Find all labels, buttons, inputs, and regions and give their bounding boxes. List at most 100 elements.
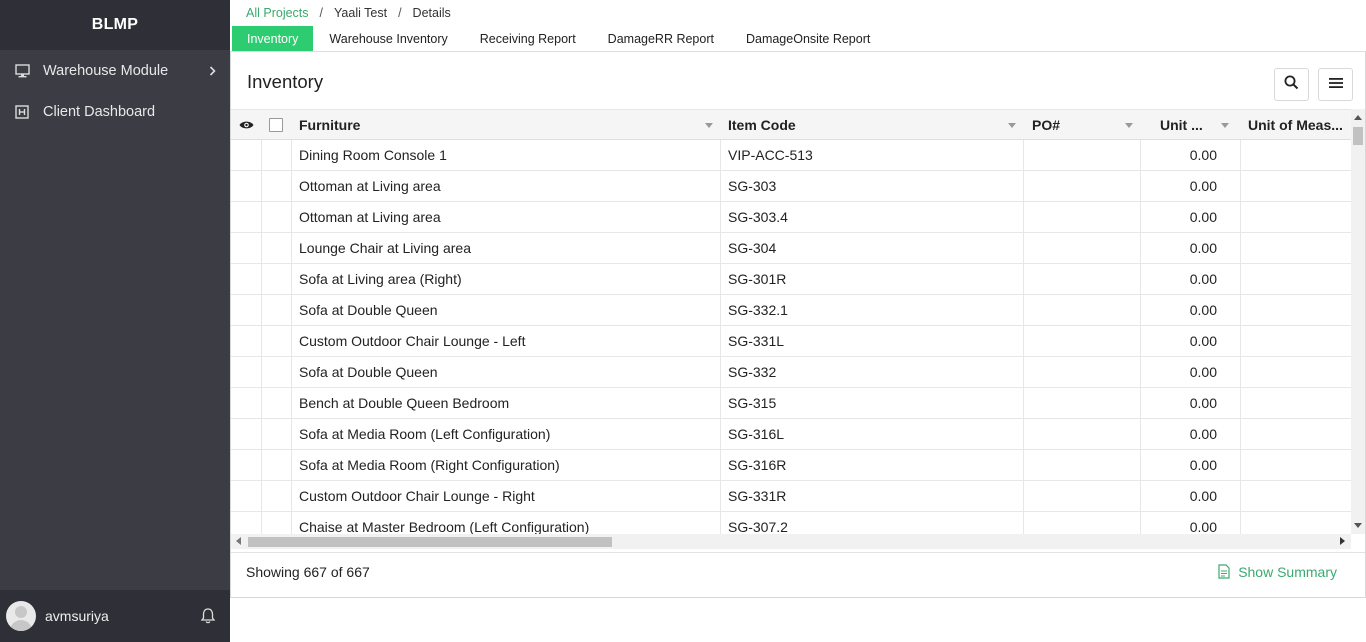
column-header-furniture[interactable]: Furniture bbox=[299, 110, 360, 140]
scroll-right-icon[interactable] bbox=[1340, 537, 1345, 545]
column-divider bbox=[291, 233, 292, 264]
column-menu-icon[interactable] bbox=[1125, 123, 1133, 128]
cell-furniture: Lounge Chair at Living area bbox=[299, 240, 472, 256]
column-divider bbox=[291, 171, 292, 202]
tab-inventory[interactable]: Inventory bbox=[232, 26, 314, 51]
column-divider bbox=[261, 295, 262, 326]
scroll-left-icon[interactable] bbox=[236, 537, 241, 545]
scroll-down-icon[interactable] bbox=[1354, 523, 1362, 528]
select-all-checkbox[interactable] bbox=[269, 110, 283, 140]
column-divider bbox=[261, 140, 262, 171]
sidebar-item-warehouse-module[interactable]: Warehouse Module bbox=[0, 50, 230, 92]
cell-item-code: SG-332.1 bbox=[728, 302, 788, 318]
column-divider bbox=[1240, 140, 1241, 171]
cell-item-code: VIP-ACC-513 bbox=[728, 147, 813, 163]
table-row[interactable]: Ottoman at Living area SG-303.4 0.00 bbox=[231, 202, 1351, 233]
column-divider bbox=[720, 171, 721, 202]
hamburger-menu-icon bbox=[1328, 76, 1343, 94]
scroll-up-icon[interactable] bbox=[1354, 115, 1362, 120]
tab-damageonsite-report[interactable]: DamageOnsite Report bbox=[730, 26, 886, 51]
vertical-scrollbar[interactable] bbox=[1351, 109, 1365, 534]
chevron-right-icon bbox=[209, 63, 216, 79]
column-divider bbox=[1240, 202, 1241, 233]
table-row[interactable]: Sofa at Media Room (Right Configuration)… bbox=[231, 450, 1351, 481]
page-title: Inventory bbox=[247, 71, 324, 92]
table-row[interactable]: Lounge Chair at Living area SG-304 0.00 bbox=[231, 233, 1351, 264]
search-icon bbox=[1284, 75, 1299, 95]
table-row[interactable]: Sofa at Media Room (Left Configuration) S… bbox=[231, 419, 1351, 450]
column-divider bbox=[261, 357, 262, 388]
bell-icon[interactable] bbox=[200, 607, 218, 625]
table-row[interactable]: Ottoman at Living area SG-303 0.00 bbox=[231, 171, 1351, 202]
table-row[interactable]: Custom Outdoor Chair Lounge - Left SG-331… bbox=[231, 326, 1351, 357]
avatar[interactable] bbox=[6, 601, 36, 631]
table-row[interactable]: Chaise at Master Bedroom (Left Configura… bbox=[231, 512, 1351, 534]
cell-unit: 0.00 bbox=[1189, 488, 1217, 504]
column-menu-icon[interactable] bbox=[705, 123, 713, 128]
table-row[interactable]: Custom Outdoor Chair Lounge - Right SG-33… bbox=[231, 481, 1351, 512]
column-divider bbox=[261, 202, 262, 233]
tab-damagerr-report[interactable]: DamageRR Report bbox=[592, 26, 730, 51]
column-divider bbox=[720, 357, 721, 388]
column-divider bbox=[291, 357, 292, 388]
tab-warehouse-inventory[interactable]: Warehouse Inventory bbox=[313, 26, 463, 51]
column-divider bbox=[291, 388, 292, 419]
column-header-item-code[interactable]: Item Code bbox=[728, 110, 796, 140]
tab-receiving-report[interactable]: Receiving Report bbox=[464, 26, 592, 51]
cell-unit: 0.00 bbox=[1189, 209, 1217, 225]
column-divider bbox=[720, 295, 721, 326]
scroll-thumb[interactable] bbox=[1353, 127, 1363, 145]
table-row[interactable]: Sofa at Living area (Right) SG-301R 0.00 bbox=[231, 264, 1351, 295]
sidebar-item-client-dashboard[interactable]: Client Dashboard bbox=[0, 92, 230, 132]
column-menu-icon[interactable] bbox=[1221, 123, 1229, 128]
cell-furniture: Sofa at Living area (Right) bbox=[299, 271, 462, 287]
column-divider bbox=[1023, 295, 1024, 326]
column-divider bbox=[1023, 326, 1024, 357]
column-divider bbox=[720, 233, 721, 264]
cell-furniture: Ottoman at Living area bbox=[299, 209, 441, 225]
column-divider bbox=[291, 295, 292, 326]
column-divider bbox=[720, 326, 721, 357]
column-header-po[interactable]: PO# bbox=[1032, 110, 1060, 140]
column-header-unit[interactable]: Unit ... bbox=[1160, 110, 1203, 140]
column-header-unit-of-measure[interactable]: Unit of Meas... bbox=[1248, 110, 1348, 140]
cell-item-code: SG-304 bbox=[728, 240, 777, 256]
eye-icon[interactable] bbox=[239, 110, 254, 140]
column-divider bbox=[1023, 481, 1024, 512]
table-row[interactable]: Sofa at Double Queen SG-332 0.00 bbox=[231, 357, 1351, 388]
column-divider bbox=[1240, 264, 1241, 295]
column-divider bbox=[261, 419, 262, 450]
brand-logo[interactable]: BLMP bbox=[0, 0, 230, 50]
document-icon bbox=[1218, 564, 1230, 579]
column-divider bbox=[1240, 512, 1241, 534]
cell-unit: 0.00 bbox=[1189, 395, 1217, 411]
table-row[interactable]: Bench at Double Queen Bedroom SG-315 0.00 bbox=[231, 388, 1351, 419]
cell-furniture: Sofa at Double Queen bbox=[299, 364, 438, 380]
search-button[interactable] bbox=[1274, 68, 1309, 101]
cell-furniture: Custom Outdoor Chair Lounge - Left bbox=[299, 333, 526, 349]
cell-unit: 0.00 bbox=[1189, 240, 1217, 256]
username[interactable]: avmsuriya bbox=[45, 608, 109, 624]
menu-button[interactable] bbox=[1318, 68, 1353, 101]
column-divider bbox=[1240, 295, 1241, 326]
show-summary-link[interactable]: Show Summary bbox=[1218, 564, 1337, 580]
breadcrumb-all-projects[interactable]: All Projects bbox=[246, 6, 309, 20]
column-divider bbox=[291, 202, 292, 233]
cell-item-code: SG-307.2 bbox=[728, 519, 788, 534]
breadcrumb-current: Details bbox=[412, 6, 451, 20]
column-menu-icon[interactable] bbox=[1008, 123, 1016, 128]
horizontal-scrollbar[interactable] bbox=[231, 534, 1351, 549]
cell-unit: 0.00 bbox=[1189, 457, 1217, 473]
column-divider bbox=[720, 481, 721, 512]
column-divider bbox=[720, 264, 721, 295]
app-root: BLMP Warehouse Module Client Dashboard a… bbox=[0, 0, 1366, 642]
table-row[interactable]: Dining Room Console 1 VIP-ACC-513 0.00 bbox=[231, 140, 1351, 171]
breadcrumb-project[interactable]: Yaali Test bbox=[334, 6, 387, 20]
table-row[interactable]: Sofa at Double Queen SG-332.1 0.00 bbox=[231, 295, 1351, 326]
column-divider bbox=[720, 140, 721, 171]
cell-unit: 0.00 bbox=[1189, 364, 1217, 380]
column-divider bbox=[291, 512, 292, 534]
column-divider bbox=[261, 388, 262, 419]
column-divider bbox=[291, 481, 292, 512]
scroll-thumb[interactable] bbox=[248, 537, 612, 547]
